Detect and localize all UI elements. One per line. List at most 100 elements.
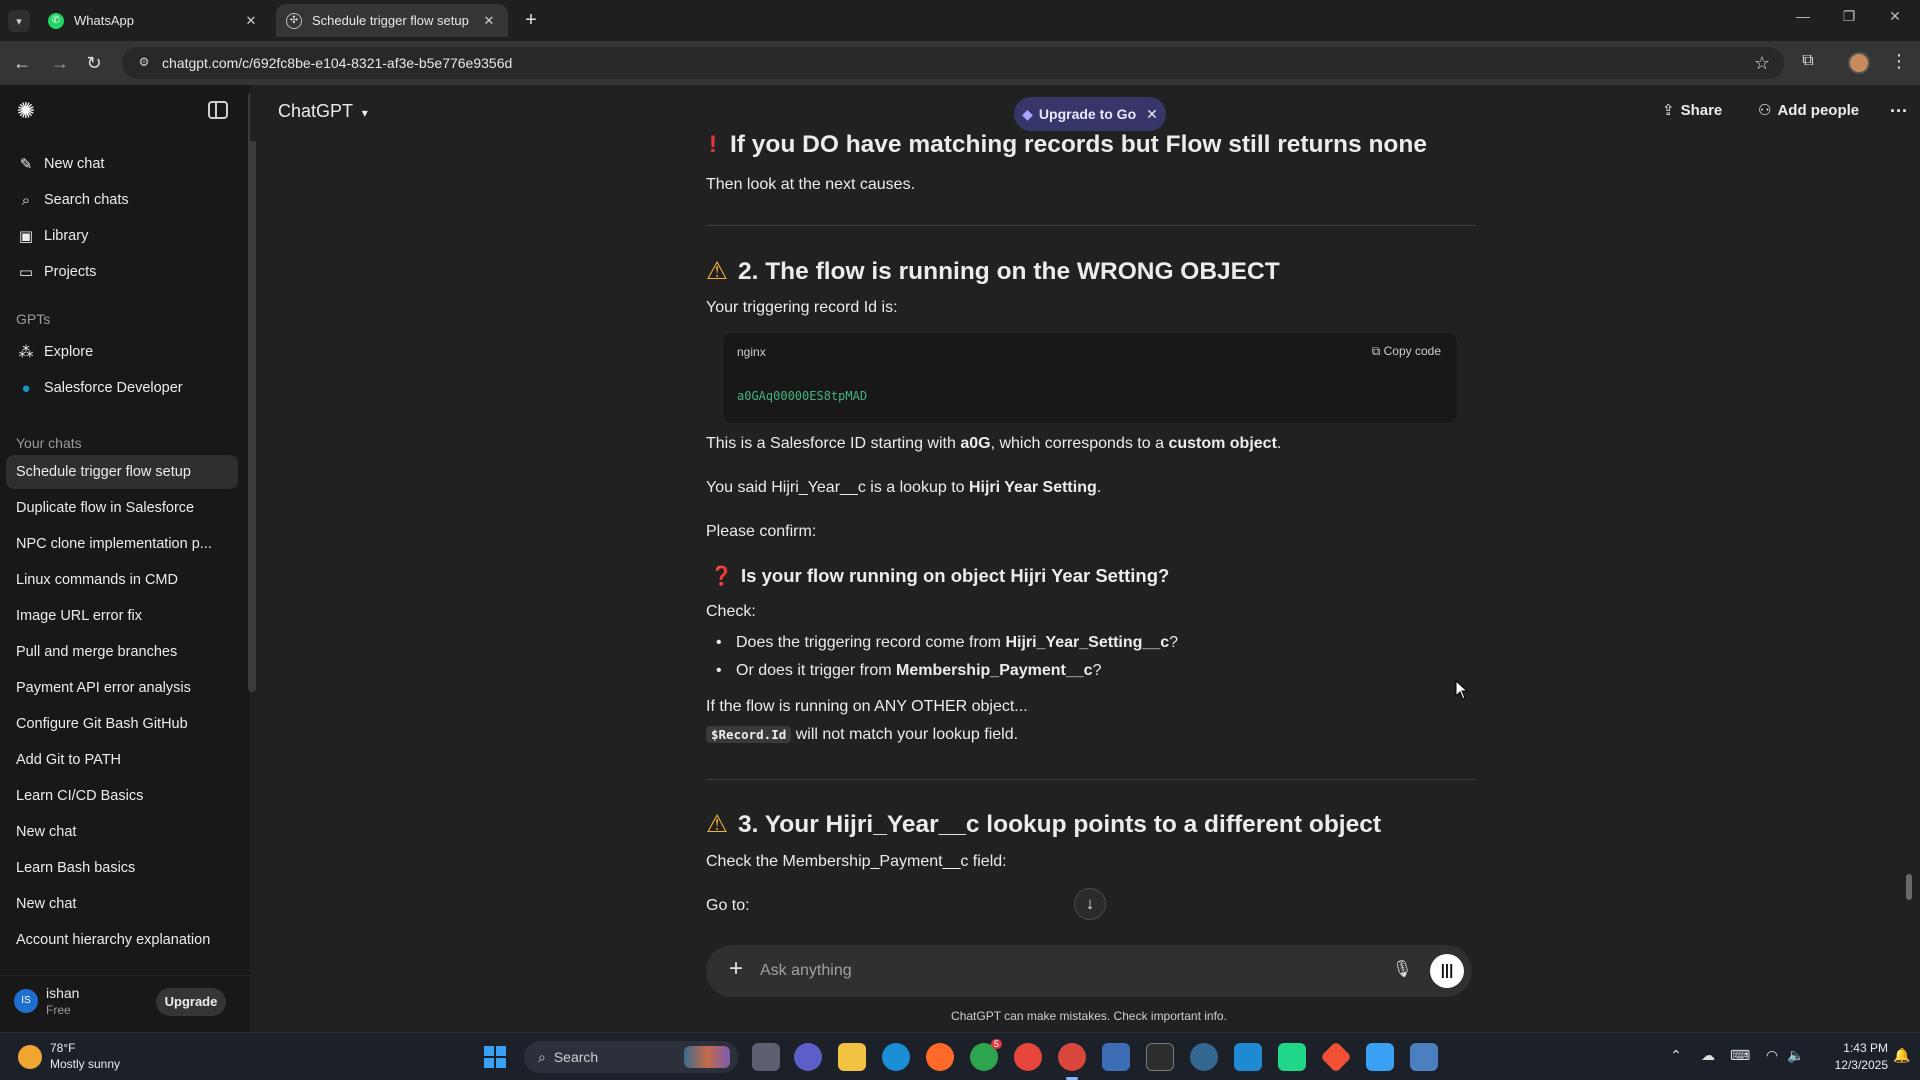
close-icon[interactable]: ✕: [1146, 106, 1158, 123]
extensions-icon[interactable]: ⧉: [1797, 52, 1819, 74]
sidebar-item-label: Projects: [44, 264, 97, 280]
chat-item[interactable]: Configure Git Bash GitHub: [6, 707, 238, 741]
sidebar-toggle-icon[interactable]: [208, 101, 228, 119]
site-info-icon[interactable]: ⚙: [136, 55, 152, 71]
sidebar: ✺ ✎ New chat ⌕ Search chats ▣ Library ▭ …: [0, 85, 250, 1032]
chat-item[interactable]: New chat: [6, 887, 238, 921]
main-scrollbar[interactable]: [1906, 874, 1912, 900]
chat-item[interactable]: NPC clone implementation p...: [6, 527, 238, 561]
user-menu[interactable]: IS ishan Free Upgrade: [0, 975, 250, 1032]
paragraph: If the flow is running on ANY OTHER obje…: [706, 698, 1028, 715]
prompt-input[interactable]: [758, 957, 1338, 985]
chat-item[interactable]: Payment API error analysis: [6, 671, 238, 705]
forward-icon[interactable]: →: [48, 51, 72, 75]
plus-icon[interactable]: +: [724, 957, 748, 981]
code-language: nginx: [737, 345, 766, 359]
edge-icon[interactable]: [882, 1043, 910, 1071]
bold-text: Membership_Payment__c: [896, 662, 1093, 679]
chat-item[interactable]: Learn CI/CD Basics: [6, 779, 238, 813]
exclamation-icon: !: [708, 131, 718, 158]
wifi-icon[interactable]: ◠: [1762, 1047, 1782, 1064]
volume-icon[interactable]: 🔈: [1786, 1047, 1806, 1064]
terminal-icon[interactable]: [1146, 1043, 1174, 1071]
more-options-icon[interactable]: ···: [1890, 101, 1908, 122]
git-icon[interactable]: [1320, 1041, 1352, 1073]
vscode-icon[interactable]: [1234, 1043, 1262, 1071]
tab-schedule-trigger[interactable]: ✣ Schedule trigger flow setup ✕: [276, 4, 508, 37]
upgrade-to-go-pill[interactable]: ◆ Upgrade to Go ✕: [1014, 97, 1166, 131]
remote-desktop-icon[interactable]: [1410, 1043, 1438, 1071]
upgrade-button[interactable]: Upgrade: [156, 988, 226, 1016]
teams-icon[interactable]: [794, 1043, 822, 1071]
chrome-icon[interactable]: [1014, 1043, 1042, 1071]
openai-logo-icon[interactable]: ✺: [14, 99, 38, 123]
postgres-icon[interactable]: [1190, 1043, 1218, 1071]
task-view-icon[interactable]: [752, 1043, 780, 1071]
restore-icon[interactable]: ❐: [1834, 8, 1864, 25]
notepad-icon[interactable]: [1366, 1043, 1394, 1071]
sidebar-item-projects[interactable]: ▭ Projects: [6, 255, 238, 289]
close-tab-icon[interactable]: ✕: [480, 13, 498, 29]
keyboard-icon[interactable]: ⌨: [1730, 1047, 1750, 1064]
tab-list-button[interactable]: ▾: [8, 10, 30, 32]
profile-avatar[interactable]: [1848, 52, 1870, 74]
chat-item[interactable]: Linux commands in CMD: [6, 563, 238, 597]
close-window-icon[interactable]: ✕: [1880, 8, 1910, 25]
copy-code-button[interactable]: ⧉ Copy code: [1372, 344, 1441, 359]
weather-temperature[interactable]: 78°F: [50, 1041, 75, 1055]
chat-item[interactable]: Image URL error fix: [6, 599, 238, 633]
sidebar-item-search-chats[interactable]: ⌕ Search chats: [6, 183, 238, 217]
sidebar-scrollbar[interactable]: [248, 92, 256, 692]
clock-date[interactable]: 12/3/2025: [1822, 1058, 1888, 1072]
chat-item[interactable]: Schedule trigger flow setup: [6, 455, 238, 489]
address-bar[interactable]: ⚙ chatgpt.com/c/692fc8be-e104-8321-af3e-…: [122, 47, 1784, 79]
chat-item[interactable]: Account hierarchy explanation: [6, 923, 238, 957]
chrome-profile-icon[interactable]: 5: [970, 1039, 1002, 1071]
question-mark-icon: ❓: [710, 565, 734, 586]
firefox-icon[interactable]: [926, 1043, 954, 1071]
weather-sun-icon[interactable]: [18, 1045, 42, 1069]
clock-time[interactable]: 1:43 PM: [1822, 1041, 1888, 1055]
sidebar-item-library[interactable]: ▣ Library: [6, 219, 238, 253]
photos-icon[interactable]: [1102, 1043, 1130, 1071]
model-picker[interactable]: ChatGPT ▾: [278, 101, 368, 122]
heading-text: If you DO have matching records but Flow…: [730, 131, 1427, 158]
browser-tab-bar: ▾ ✆ WhatsApp ✕ ✣ Schedule trigger flow s…: [0, 0, 1920, 41]
copy-code-label: Copy code: [1383, 344, 1441, 358]
scroll-to-bottom-button[interactable]: ↓: [1074, 888, 1106, 920]
chat-item[interactable]: Pull and merge branches: [6, 635, 238, 669]
back-icon[interactable]: ←: [10, 51, 34, 75]
bookmark-star-icon[interactable]: ☆: [1754, 53, 1770, 74]
tab-whatsapp[interactable]: ✆ WhatsApp ✕: [38, 4, 270, 37]
sidebar-item-new-chat[interactable]: ✎ New chat: [6, 147, 238, 181]
pycharm-icon[interactable]: [1278, 1043, 1306, 1071]
chrome-active-icon[interactable]: [1058, 1043, 1086, 1080]
weather-description[interactable]: Mostly sunny: [50, 1057, 120, 1071]
sidebar-item-salesforce-developer[interactable]: ● Salesforce Developer: [6, 371, 238, 405]
notification-bell-icon[interactable]: 🔔: [1892, 1047, 1912, 1064]
chevron-up-icon[interactable]: ⌃: [1666, 1047, 1686, 1064]
chat-item[interactable]: Add Git to PATH: [6, 743, 238, 777]
paragraph: Then look at the next causes.: [706, 176, 916, 193]
chat-item[interactable]: New chat: [6, 815, 238, 849]
diamond-icon: ◆: [1022, 105, 1033, 122]
file-explorer-icon[interactable]: [838, 1043, 866, 1071]
minimize-icon[interactable]: —: [1788, 8, 1818, 24]
share-button[interactable]: ⇪ Share: [1662, 101, 1722, 119]
browser-menu-icon[interactable]: ⋮: [1888, 51, 1910, 75]
model-name: ChatGPT: [278, 101, 353, 121]
close-tab-icon[interactable]: ✕: [242, 13, 260, 29]
voice-mode-button[interactable]: |||: [1430, 954, 1464, 988]
chat-item[interactable]: Learn Bash basics: [6, 851, 238, 885]
microphone-icon[interactable]: 🎙: [1392, 959, 1412, 983]
taskbar-search[interactable]: ⌕ Search: [524, 1041, 738, 1073]
onedrive-cloud-icon[interactable]: ☁: [1698, 1047, 1718, 1064]
text: Does the triggering record come from: [736, 634, 1006, 651]
add-people-button[interactable]: ⚇ Add people: [1758, 101, 1859, 119]
chat-item[interactable]: Duplicate flow in Salesforce: [6, 491, 238, 525]
new-tab-button[interactable]: +: [520, 9, 542, 31]
windows-start-icon[interactable]: [484, 1046, 506, 1068]
reload-icon[interactable]: ↻: [82, 51, 106, 75]
sidebar-item-explore[interactable]: ⁂ Explore: [6, 335, 238, 369]
text: ?: [1169, 634, 1178, 651]
